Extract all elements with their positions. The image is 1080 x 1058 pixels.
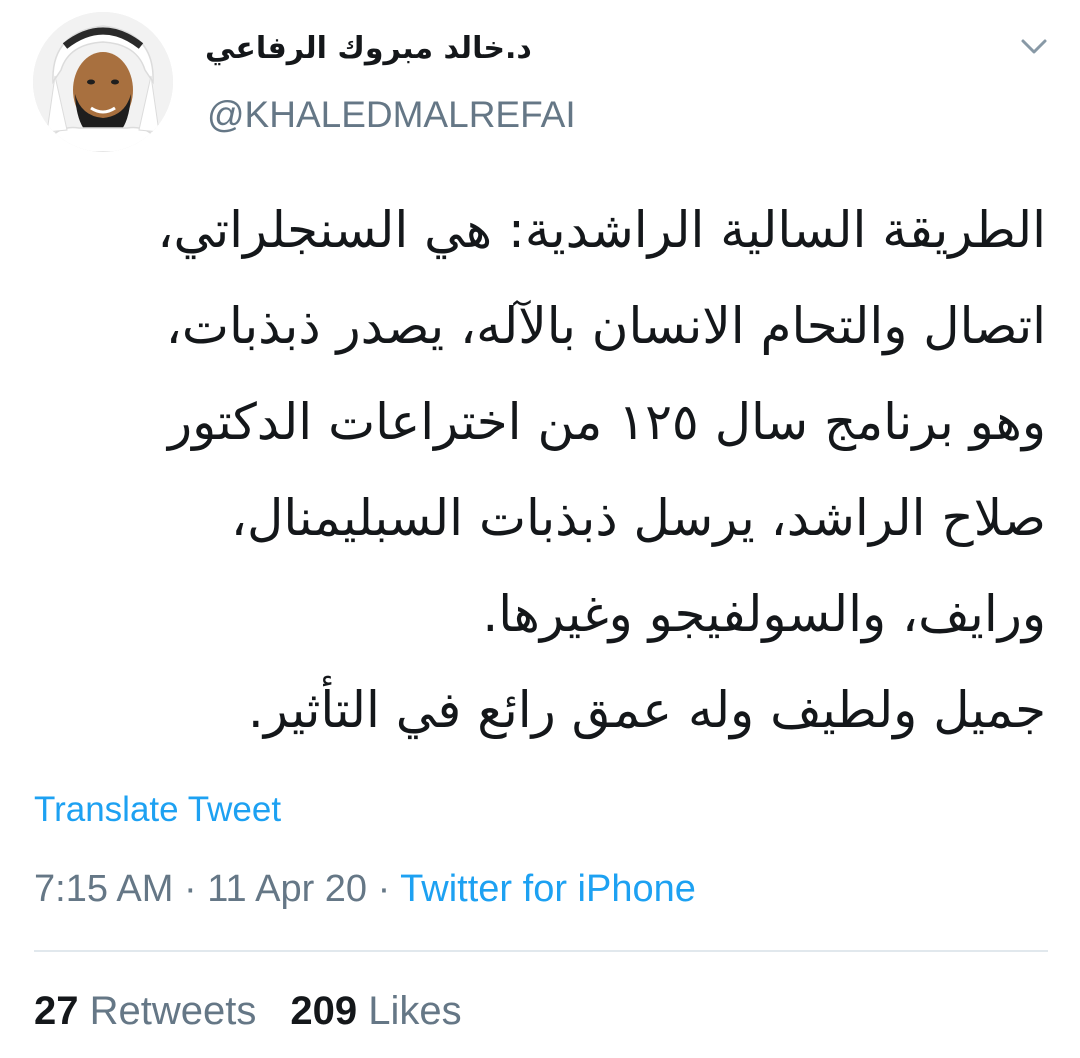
tweet-text-line: الطريقة السالية الراشدية: هي السنجلراتي، [157,201,1046,259]
chevron-down-icon [1021,39,1047,54]
tweet-header: د.خالد مبروك الرفاعي @KHALEDMALREFAI [0,0,1080,160]
author-handle[interactable]: @KHALEDMALREFAI [207,92,576,138]
author-display-name[interactable]: د.خالد مبروك الرفاعي [205,26,565,72]
likes-label: Likes [368,989,462,1033]
tweet-stats: 27 Retweets 209 Likes [34,986,462,1036]
avatar-photo-icon [33,12,173,152]
translate-tweet-link[interactable]: Translate Tweet [34,788,281,832]
tweet-source-link[interactable]: Twitter for iPhone [400,868,696,910]
retweets-label: Retweets [89,989,257,1033]
tweet-date[interactable]: 11 Apr 20 [207,868,367,910]
tweet-time[interactable]: 7:15 AM [34,868,173,910]
author-avatar[interactable] [33,12,173,152]
meta-separator: · [183,868,197,910]
retweets-count: 27 [34,989,79,1033]
tweet-meta: 7:15 AM · 11 Apr 20 · Twitter for iPhone [34,865,696,913]
meta-separator: · [377,868,391,910]
tweet-text-line: ورايف، والسولفيجو وغيرها. [482,585,1046,643]
tweet-detail: د.خالد مبروك الرفاعي @KHALEDMALREFAI الط… [0,0,1080,1058]
tweet-text-line: صلاح الراشد، يرسل ذبذبات السبليمنال، [230,489,1046,547]
likes-count: 209 [290,989,358,1033]
tweet-text-line: وهو برنامج سال ١٢٥ من اختراعات الدكتور [167,393,1046,451]
tweet-text-line: جميل ولطيف وله عمق رائع في التأثير. [247,681,1046,739]
retweets-stat[interactable]: 27 Retweets [34,989,256,1033]
tweet-text: الطريقة السالية الراشدية: هي السنجلراتي،… [34,182,1046,758]
divider [34,950,1048,952]
likes-stat[interactable]: 209 Likes [290,989,461,1033]
tweet-menu-button[interactable] [1018,34,1050,58]
tweet-text-line: اتصال والتحام الانسان بالآله، يصدر ذبذبا… [165,297,1046,355]
